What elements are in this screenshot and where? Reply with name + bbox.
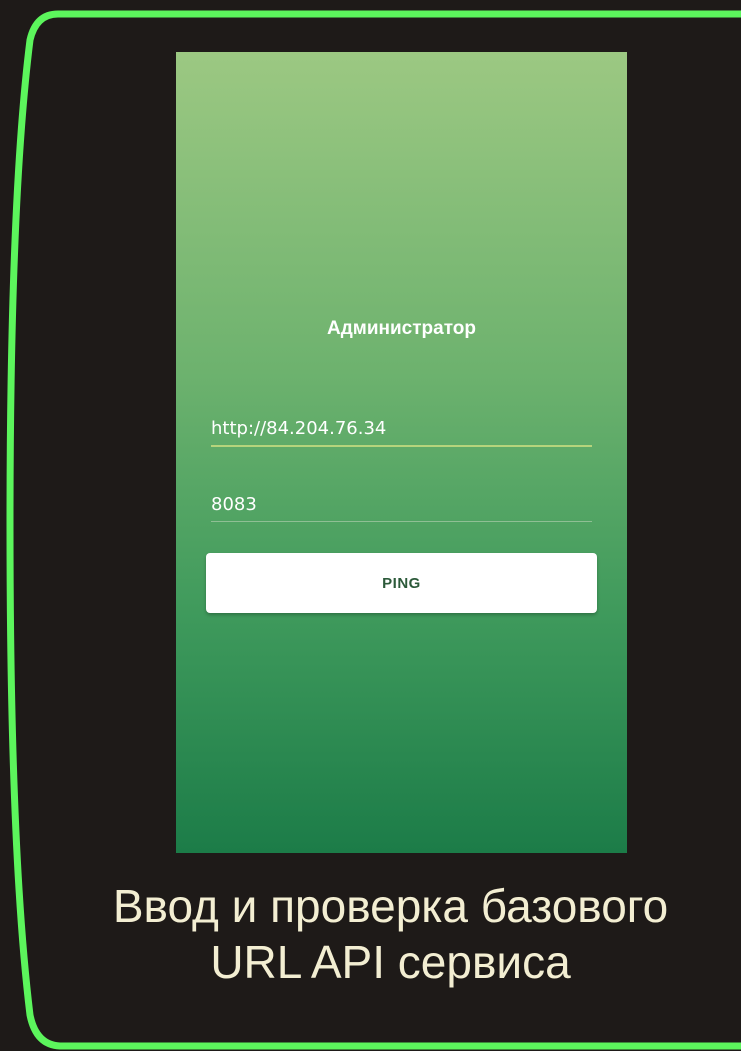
phone-screen: Администратор PING (176, 52, 627, 853)
port-input[interactable] (211, 494, 592, 521)
port-field-underline (211, 521, 592, 522)
base-url-input[interactable] (211, 418, 592, 445)
caption-line-2: URL API сервиса (210, 936, 571, 988)
url-field-underline (211, 445, 592, 447)
url-field[interactable] (211, 418, 592, 447)
caption-line-1: Ввод и проверка базового (112, 880, 669, 932)
port-field[interactable] (211, 494, 592, 522)
screen-title: Администратор (327, 318, 476, 339)
ping-button[interactable]: PING (206, 553, 597, 613)
slide-caption: Ввод и проверка базового URL API сервиса (40, 878, 741, 990)
